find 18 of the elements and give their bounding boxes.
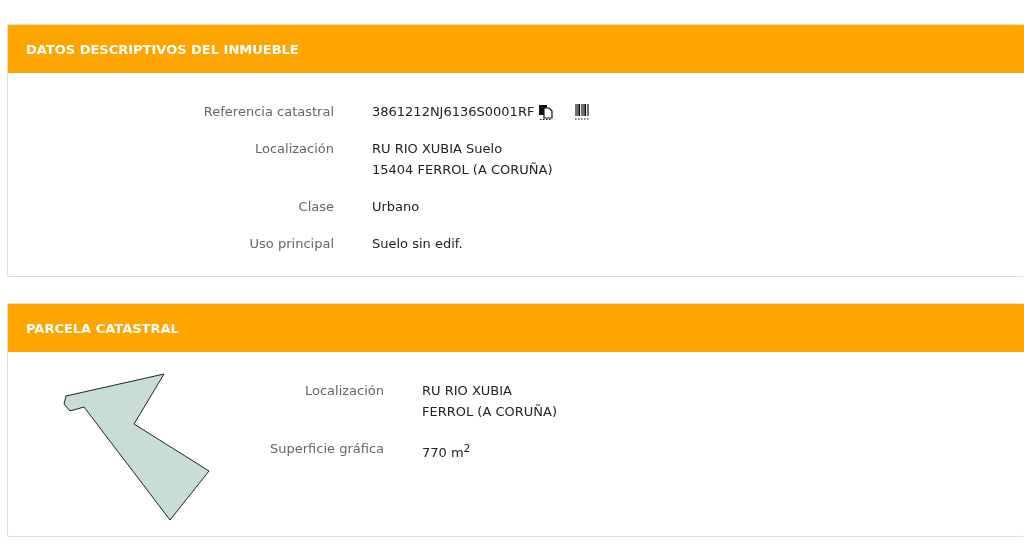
field-label: Clase [297, 198, 334, 216]
field-label: Localización [303, 382, 384, 400]
field-value: 770 m$^{2}$ [422, 441, 471, 463]
field-value: FERROL (A CORUÑA) [422, 403, 557, 421]
field-value: Urbano [372, 198, 420, 216]
field-value: Suelo sin edif. [372, 235, 463, 253]
field-value: 15404 FERROL (A CORUÑA) [372, 161, 553, 179]
field-value: RU RIO XUBIA Suelo [372, 140, 503, 158]
section-title: PARCELA CATASTRAL [26, 320, 179, 336]
field-label: Superficie gráfica [268, 440, 384, 458]
field-label: Uso principal [248, 235, 334, 253]
field-label: Referencia catastral [202, 103, 334, 121]
field-value: 3861212NJ6136S0001RF [372, 103, 535, 121]
field-value: RU RIO XUBIA [422, 382, 512, 400]
field-label: Localización [253, 140, 334, 158]
section-title: DATOS DESCRIPTIVOS DEL INMUEBLE [26, 41, 299, 57]
copy-icon[interactable] [538, 103, 555, 120]
barcode-icon[interactable] [574, 102, 591, 121]
